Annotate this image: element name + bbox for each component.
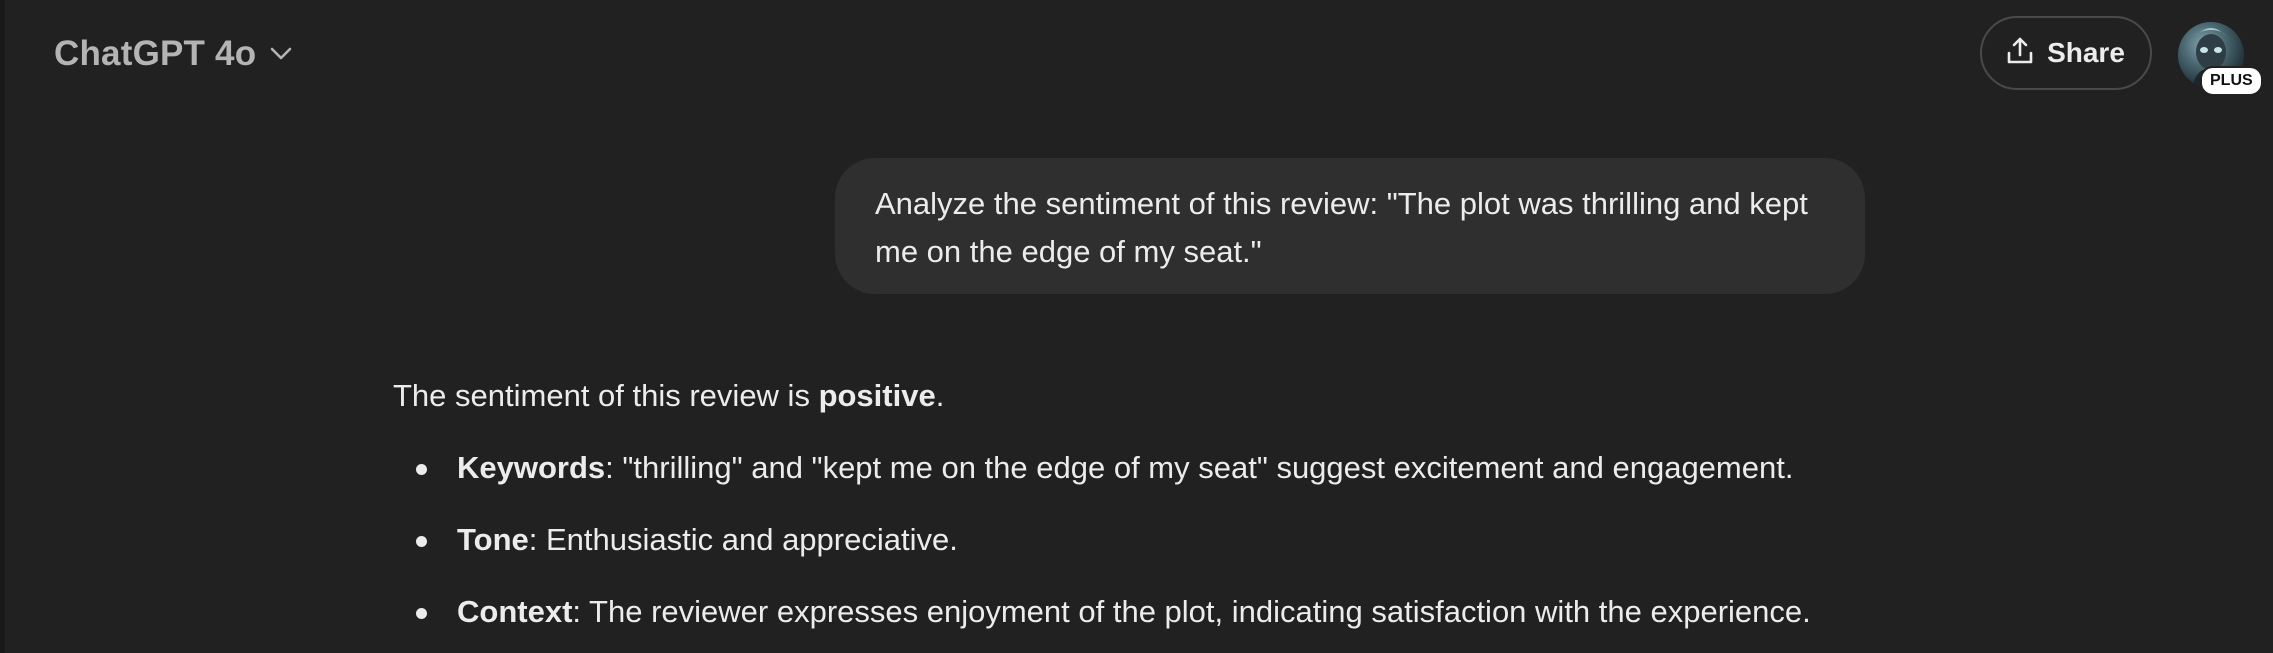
model-selector-button[interactable]: ChatGPT 4o [42,28,304,80]
chevron-down-icon [270,47,292,61]
list-item: Tone: Enthusiastic and appreciative. [393,516,1893,564]
model-name: ChatGPT 4o [54,34,257,73]
bullet-text: : Enthusiastic and appreciative. [528,522,958,557]
share-button[interactable]: Share [1980,16,2152,90]
bullet-term: Keywords [457,450,606,485]
list-item: Context: The reviewer expresses enjoymen… [393,588,1893,636]
assistant-intro: The sentiment of this review is positive… [393,372,1893,420]
bullet-text: : The reviewer expresses enjoyment of th… [572,594,1811,629]
list-item: Keywords: "thrilling" and "kept me on th… [393,444,1893,492]
chat-app: ChatGPT 4o Share PLUS Analyze the sentim… [0,0,2273,653]
bullet-term: Context [457,594,573,629]
sentiment-label: positive [818,378,936,413]
share-upload-icon [2007,37,2033,70]
user-message-bubble: Analyze the sentiment of this review: "T… [835,158,1865,294]
bullet-text: : "thrilling" and "kept me on the edge o… [605,450,1794,485]
intro-suffix: . [935,378,945,413]
top-header: ChatGPT 4o Share PLUS [0,0,2273,110]
bullet-dot [416,536,427,547]
bullet-dot [416,608,427,619]
user-message-text: Analyze the sentiment of this review: "T… [875,186,1808,269]
bullet-term: Tone [457,522,529,557]
intro-prefix: The sentiment of this review is [393,378,819,413]
share-label: Share [2047,37,2125,68]
assistant-message: The sentiment of this review is positive… [393,372,1893,653]
bullet-dot [416,464,427,475]
plan-badge: PLUS [2200,66,2263,96]
analysis-list: Keywords: "thrilling" and "kept me on th… [393,444,1893,636]
account-menu-button[interactable]: PLUS [2178,22,2263,96]
